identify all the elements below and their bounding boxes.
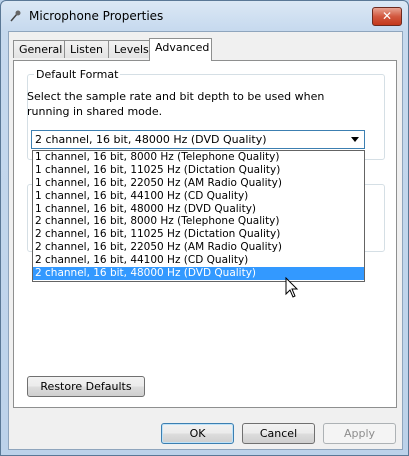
combobox-value: 2 channel, 16 bit, 48000 Hz (DVD Quality… — [35, 133, 267, 146]
close-button[interactable]: ✕ — [372, 7, 402, 26]
window-title: Microphone Properties — [29, 9, 164, 23]
format-dropdown-list[interactable]: 1 channel, 16 bit, 8000 Hz (Telephone Qu… — [32, 150, 365, 282]
dropdown-option[interactable]: 1 channel, 16 bit, 44100 Hz (CD Quality) — [33, 190, 364, 203]
default-format-label: Default Format — [34, 68, 121, 81]
dropdown-option[interactable]: 1 channel, 16 bit, 8000 Hz (Telephone Qu… — [33, 151, 364, 164]
dropdown-option[interactable]: 2 channel, 16 bit, 48000 Hz (DVD Quality… — [33, 267, 364, 280]
tab-advanced[interactable]: Advanced — [149, 38, 212, 61]
default-format-description: Select the sample rate and bit depth to … — [27, 90, 325, 118]
tab-levels[interactable]: Levels — [108, 40, 150, 58]
sample-rate-combobox[interactable]: 2 channel, 16 bit, 48000 Hz (DVD Quality… — [31, 130, 365, 149]
cancel-button[interactable]: Cancel — [242, 423, 315, 444]
dropdown-option[interactable]: 2 channel, 16 bit, 8000 Hz (Telephone Qu… — [33, 215, 364, 228]
title-bar[interactable]: Microphone Properties ✕ — [1, 1, 408, 31]
microphone-icon — [10, 10, 21, 22]
dropdown-option[interactable]: 1 channel, 16 bit, 22050 Hz (AM Radio Qu… — [33, 177, 364, 190]
dropdown-option[interactable]: 2 channel, 16 bit, 11025 Hz (Dictation Q… — [33, 228, 364, 241]
apply-button[interactable]: Apply — [323, 423, 396, 444]
ok-button[interactable]: OK — [161, 423, 234, 444]
dropdown-option[interactable]: 2 channel, 16 bit, 44100 Hz (CD Quality) — [33, 254, 364, 267]
tab-listen[interactable]: Listen — [64, 40, 109, 58]
dropdown-option[interactable]: 1 channel, 16 bit, 48000 Hz (DVD Quality… — [33, 203, 364, 216]
restore-defaults-button[interactable]: Restore Defaults — [27, 376, 145, 397]
tab-general[interactable]: General — [13, 40, 65, 58]
dropdown-option[interactable]: 2 channel, 16 bit, 22050 Hz (AM Radio Qu… — [33, 241, 364, 254]
mouse-cursor-icon — [285, 277, 299, 298]
chevron-down-icon[interactable] — [350, 134, 360, 144]
dropdown-option[interactable]: 1 channel, 16 bit, 11025 Hz (Dictation Q… — [33, 164, 364, 177]
dialog-window: Microphone Properties ✕ General Listen L… — [0, 0, 409, 456]
